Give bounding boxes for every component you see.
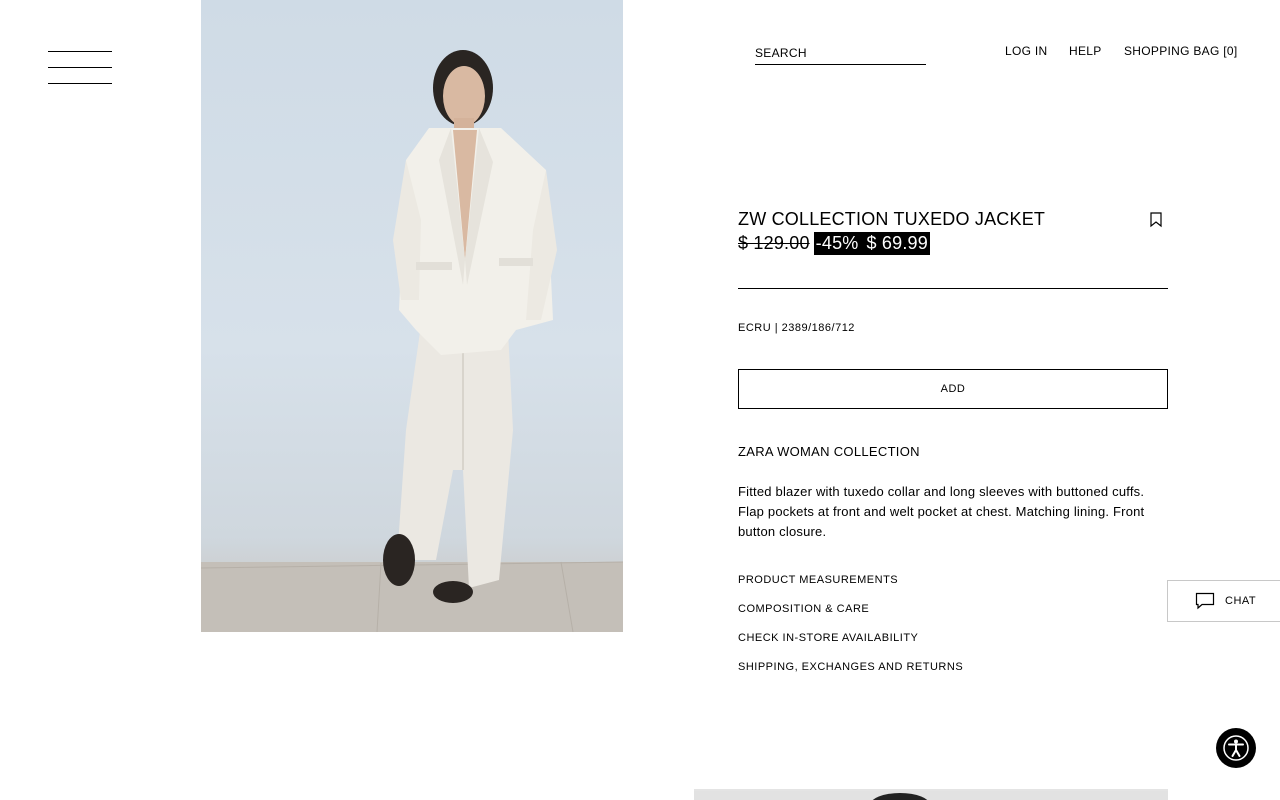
chat-bubble-icon [1195, 592, 1215, 610]
menu-button[interactable] [48, 50, 112, 86]
price-row: $ 129.00 -45% $ 69.99 [738, 232, 930, 255]
product-title: ZW COLLECTION TUXEDO JACKET [738, 209, 1046, 229]
shopping-bag-link[interactable]: SHOPPING BAG [0] [1124, 44, 1238, 58]
store-availability-link[interactable]: CHECK IN-STORE AVAILABILITY [738, 632, 963, 661]
add-to-bag-button[interactable]: ADD [738, 369, 1168, 409]
discount-percent: -45% [815, 233, 859, 253]
chat-label: CHAT [1225, 595, 1257, 607]
sale-badge: -45% $ 69.99 [813, 232, 930, 255]
product-measurements-link[interactable]: PRODUCT MEASUREMENTS [738, 574, 963, 603]
divider [738, 288, 1168, 289]
model-photo-illustration [201, 50, 623, 632]
sale-price: $ 69.99 [866, 233, 928, 253]
bookmark-button[interactable] [1149, 212, 1163, 233]
accessibility-icon [1223, 735, 1249, 761]
bookmark-icon [1150, 212, 1162, 228]
accessibility-button[interactable] [1216, 728, 1256, 768]
collection-name: ZARA WOMAN COLLECTION [738, 444, 920, 459]
search-field[interactable] [755, 44, 926, 65]
composition-care-link[interactable]: COMPOSITION & CARE [738, 603, 963, 632]
product-image[interactable] [201, 0, 623, 632]
help-link[interactable]: HELP [1069, 44, 1102, 58]
login-link[interactable]: LOG IN [1005, 44, 1047, 58]
hamburger-menu-icon [48, 51, 112, 52]
product-description: Fitted blazer with tuxedo collar and lon… [738, 484, 1145, 539]
old-price: $ 129.00 [738, 233, 810, 253]
menu-icon-line [48, 83, 112, 84]
shipping-returns-link[interactable]: SHIPPING, EXCHANGES AND RETURNS [738, 661, 963, 690]
info-links: PRODUCT MEASUREMENTS COMPOSITION & CARE … [738, 574, 963, 690]
color-reference: ECRU | 2389/186/712 [738, 322, 855, 334]
secondary-product-image[interactable] [694, 789, 1168, 800]
secondary-photo-illustration [694, 791, 1168, 800]
search-input[interactable] [755, 46, 926, 60]
menu-icon-line [48, 67, 112, 68]
chat-button[interactable]: CHAT [1167, 580, 1280, 622]
